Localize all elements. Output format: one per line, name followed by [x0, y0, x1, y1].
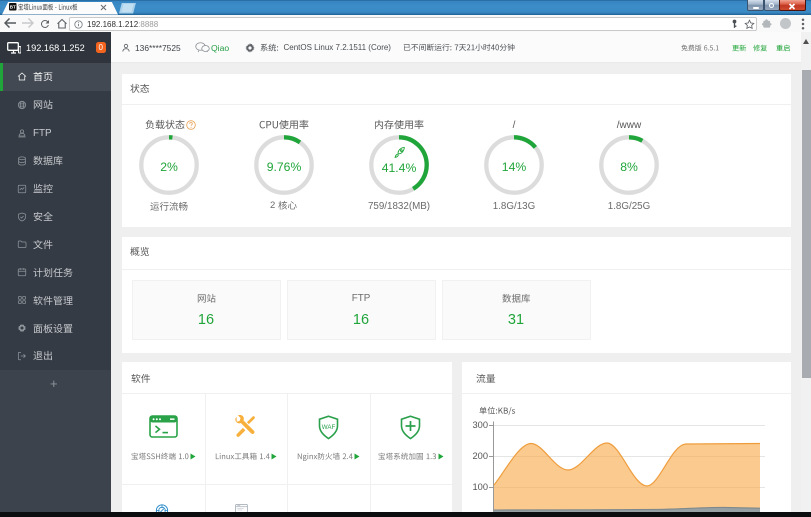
svg-text:WAF: WAF [321, 423, 335, 430]
svg-text:BT: BT [10, 5, 16, 10]
